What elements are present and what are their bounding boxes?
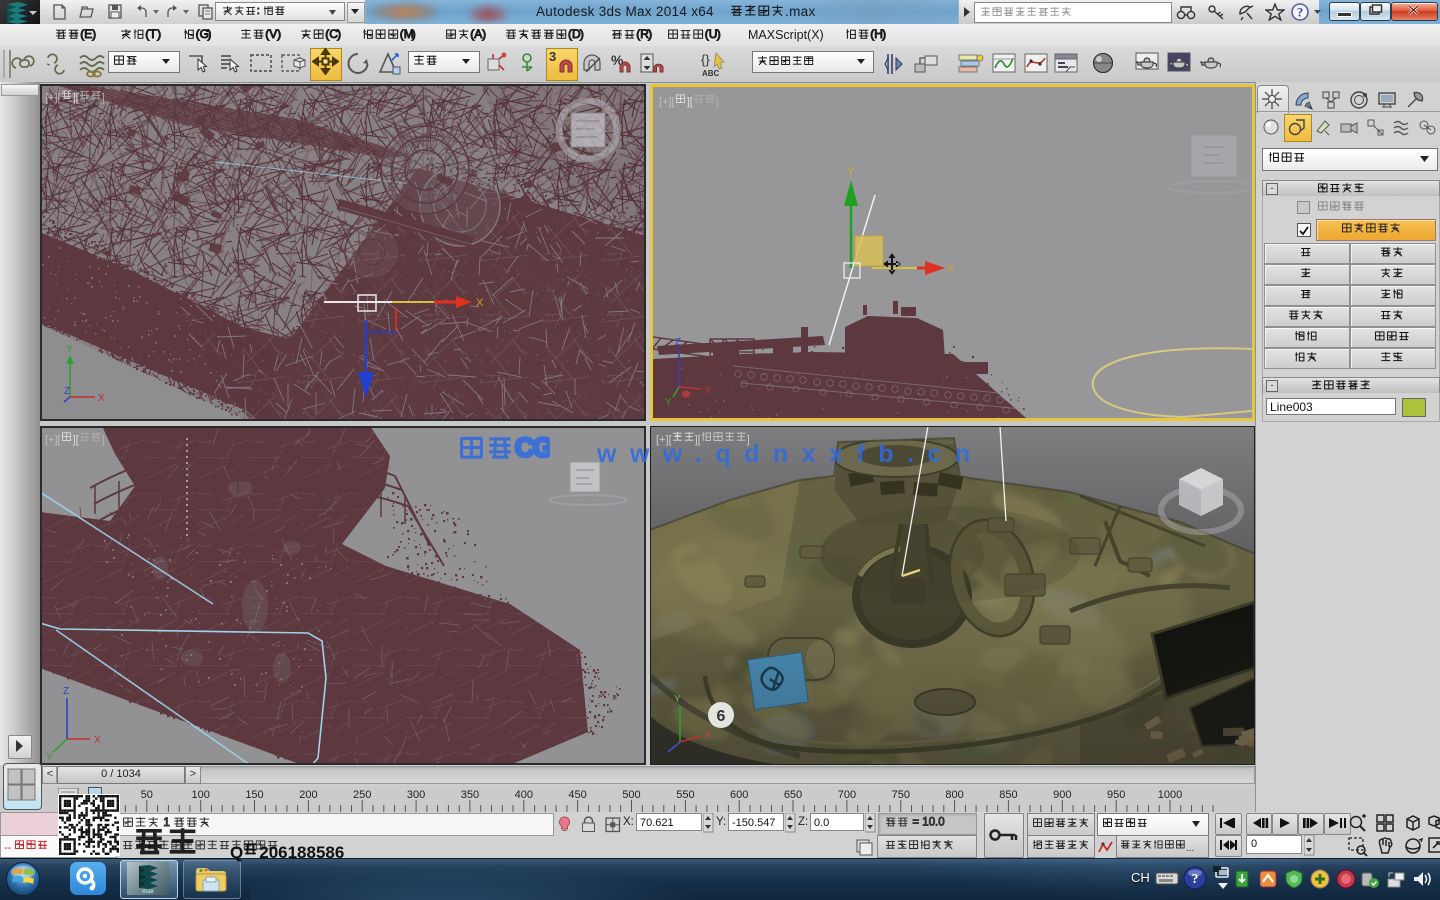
svg-text:A: A [474, 28, 482, 41]
svg-text:C: C [515, 434, 535, 463]
svg-text:750: 750 [892, 789, 910, 801]
svg-text:800: 800 [945, 789, 963, 801]
svg-text:450: 450 [568, 789, 586, 801]
svg-text:900: 900 [1053, 789, 1071, 801]
svg-text:Y: Y [46, 752, 53, 763]
svg-text:E: E [84, 28, 92, 41]
svg-text:X: X [98, 393, 105, 404]
svg-text:350: 350 [461, 789, 479, 801]
svg-text:): ) [882, 28, 886, 41]
svg-text:550: 550 [676, 789, 694, 801]
svg-text:850: 850 [999, 789, 1017, 801]
svg-text:): ) [157, 28, 161, 41]
svg-text:?: ? [1192, 872, 1199, 887]
svg-text:Z: Z [63, 686, 69, 697]
svg-text:X: X [94, 735, 101, 746]
svg-text:{}: {} [701, 52, 710, 67]
svg-text:600: 600 [730, 789, 748, 801]
svg-text:): ) [208, 28, 212, 41]
svg-text:): ) [580, 28, 584, 41]
svg-text:): ) [412, 28, 416, 41]
svg-text:300: 300 [407, 789, 425, 801]
svg-text:Y: Y [665, 397, 672, 408]
svg-text:max: max [142, 889, 153, 894]
svg-text:X: X [476, 297, 484, 309]
svg-text:): ) [337, 28, 341, 41]
svg-text:): ) [648, 28, 652, 41]
svg-text:200: 200 [299, 789, 317, 801]
svg-text:X: X [705, 730, 712, 741]
svg-text:G: G [533, 434, 551, 463]
svg-text:Z: Z [64, 386, 70, 397]
svg-text:250: 250 [353, 789, 371, 801]
svg-text:): ) [277, 28, 281, 41]
svg-text:V: V [269, 28, 277, 41]
svg-text:100: 100 [192, 789, 210, 801]
svg-text:0: 0 [938, 817, 944, 829]
svg-text:?: ? [1297, 5, 1304, 20]
svg-text:Z: Z [675, 337, 681, 348]
svg-text:): ) [717, 28, 721, 41]
svg-text:500: 500 [622, 789, 640, 801]
svg-text:400: 400 [515, 789, 533, 801]
svg-text::: : [257, 5, 260, 17]
svg-text:1000: 1000 [1158, 789, 1182, 801]
svg-text:Y: Y [66, 344, 73, 355]
svg-text:Y: Y [674, 694, 681, 705]
svg-text:ABC: ABC [702, 69, 720, 78]
svg-text:650: 650 [784, 789, 802, 801]
svg-text:700: 700 [838, 789, 856, 801]
svg-text:950: 950 [1107, 789, 1125, 801]
svg-text:T: T [149, 28, 157, 41]
svg-text:Y: Y [847, 166, 855, 178]
svg-text:50: 50 [141, 789, 153, 801]
svg-text:X: X [947, 263, 955, 275]
svg-text:6: 6 [717, 708, 726, 725]
svg-text:150: 150 [245, 789, 263, 801]
svg-text:): ) [92, 28, 96, 41]
svg-text:X: X [705, 385, 712, 396]
svg-text:=: = [912, 817, 919, 829]
svg-text:): ) [482, 28, 486, 41]
